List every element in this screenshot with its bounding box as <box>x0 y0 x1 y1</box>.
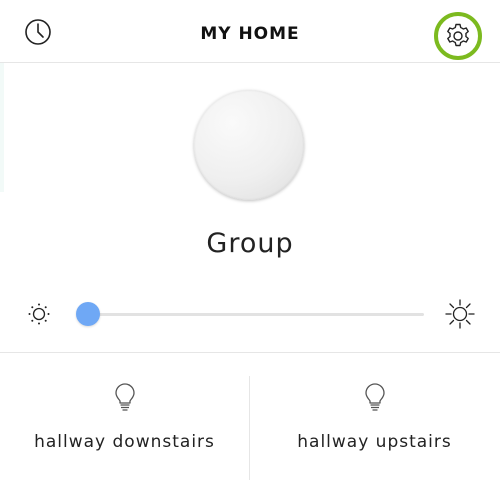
light-label: hallway downstairs <box>34 432 215 452</box>
bulb-icon <box>364 383 385 411</box>
brightness-min-button[interactable] <box>27 302 51 326</box>
sun-bright-icon <box>445 299 475 329</box>
brightness-max-button[interactable] <box>444 298 476 330</box>
bulb-icon <box>114 383 135 411</box>
gear-icon <box>447 23 469 47</box>
group-color-button[interactable] <box>194 90 304 200</box>
page-title: MY HOME <box>200 24 300 44</box>
side-edge-strip <box>0 62 4 192</box>
settings-button[interactable] <box>434 12 482 60</box>
brightness-slider-track[interactable] <box>84 313 424 316</box>
sun-dim-icon <box>28 303 50 325</box>
section-divider <box>0 352 500 353</box>
group-name: Group <box>206 228 294 259</box>
light-item-hallway-downstairs[interactable]: hallway downstairs <box>0 354 249 484</box>
brightness-slider-thumb[interactable] <box>76 302 100 326</box>
header-bar: MY HOME <box>0 0 500 63</box>
light-item-hallway-upstairs[interactable]: hallway upstairs <box>250 354 499 484</box>
light-label: hallway upstairs <box>297 432 452 452</box>
